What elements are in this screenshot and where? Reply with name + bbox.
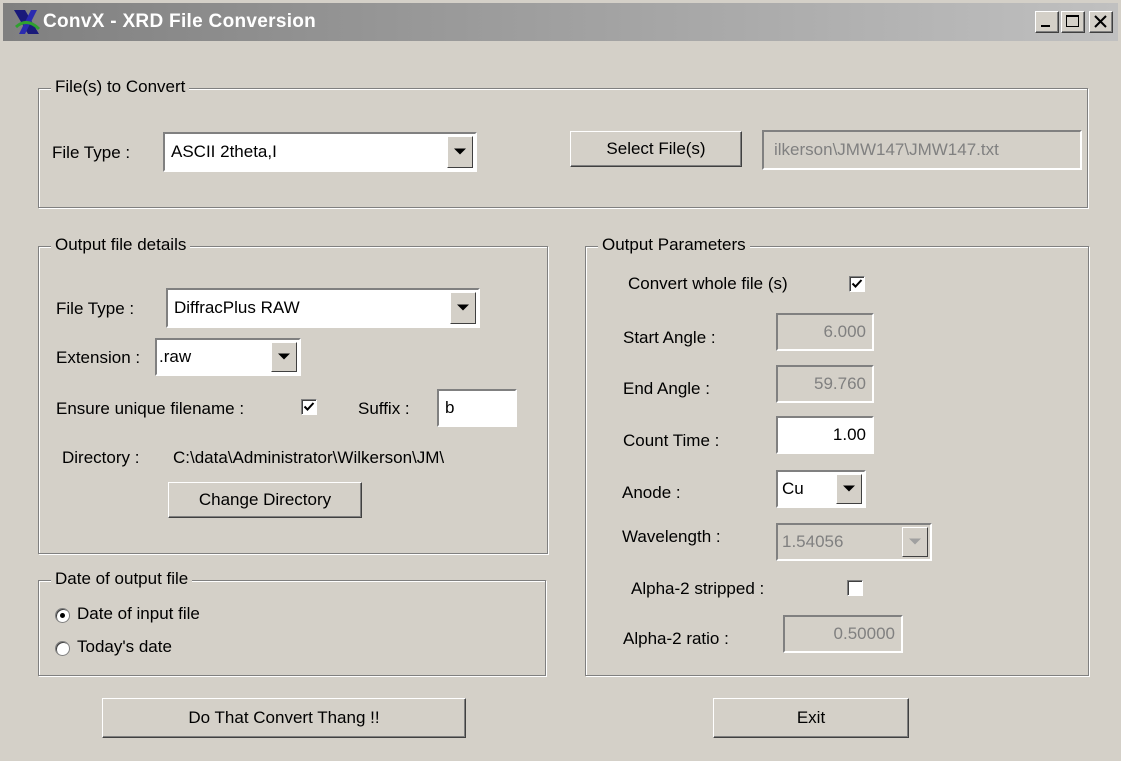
chevron-down-icon — [457, 304, 469, 311]
alpha2-ratio-value: 0.50000 — [833, 624, 895, 643]
wavelength-dropdown-button[interactable] — [902, 527, 928, 557]
input-file-type-value: ASCII 2theta,I — [171, 142, 277, 161]
output-file-type-label: File Type : — [56, 299, 135, 318]
alpha2-stripped-checkbox[interactable] — [847, 580, 863, 596]
extension-value: .raw — [159, 347, 192, 366]
count-time-value: 1.00 — [832, 425, 866, 444]
date-of-output-group: Date of output file — [38, 569, 546, 676]
params-group-legend: Output Parameters — [598, 235, 750, 255]
directory-value: C:\data\Administrator\Wilkerson\JM\ — [173, 448, 445, 467]
window-title: ConvX - XRD File Conversion — [43, 11, 317, 32]
minimize-icon — [1041, 25, 1050, 27]
directory-label: Directory : — [62, 448, 140, 467]
close-icon — [1094, 15, 1107, 28]
app-window: ConvX - XRD File Conversion File(s) to C… — [0, 0, 1121, 761]
anode-label: Anode : — [622, 483, 681, 502]
start-angle-input[interactable]: 6.000 — [776, 313, 874, 351]
checkmark-icon — [851, 279, 863, 288]
convert-whole-checkbox[interactable] — [849, 276, 865, 292]
start-angle-label: Start Angle : — [623, 328, 716, 347]
unique-filename-label: Ensure unique filename : — [56, 399, 245, 418]
end-angle-label: End Angle : — [623, 379, 710, 398]
wavelength-select[interactable]: 1.54056 — [776, 523, 932, 561]
output-file-type-dropdown-button[interactable] — [450, 292, 476, 324]
end-angle-value: 59.760 — [814, 374, 866, 393]
files-group-legend: File(s) to Convert — [51, 77, 190, 97]
date-group-legend: Date of output file — [51, 569, 193, 589]
extension-select[interactable]: .raw — [155, 338, 301, 376]
anode-value: Cu — [782, 479, 804, 498]
exit-button-label: Exit — [796, 708, 826, 727]
chevron-down-icon — [454, 148, 466, 155]
selected-file-path-field[interactable]: ilkerson\JMW147\JMW147.txt — [762, 130, 1082, 170]
checkmark-icon — [303, 402, 315, 411]
wavelength-value: 1.54056 — [782, 532, 844, 551]
output-file-type-value: DiffracPlus RAW — [174, 298, 300, 317]
output-group-legend: Output file details — [51, 235, 191, 255]
start-angle-value: 6.000 — [823, 322, 866, 341]
input-file-type-dropdown-button[interactable] — [447, 136, 473, 168]
convert-button[interactable]: Do That Convert Thang !! — [102, 698, 466, 738]
change-directory-button[interactable]: Change Directory — [168, 482, 362, 518]
alpha2-ratio-label: Alpha-2 ratio : — [623, 629, 729, 648]
suffix-input[interactable]: b — [437, 389, 517, 427]
input-file-type-select[interactable]: ASCII 2theta,I — [163, 132, 477, 172]
count-time-label: Count Time : — [623, 431, 720, 450]
convert-button-label: Do That Convert Thang !! — [188, 708, 380, 727]
anode-select[interactable]: Cu — [776, 470, 866, 508]
unique-filename-checkbox[interactable] — [301, 399, 317, 415]
extension-label: Extension : — [56, 348, 141, 367]
output-parameters-group: Output Parameters — [585, 235, 1089, 676]
chevron-down-icon — [278, 353, 290, 360]
minimize-button[interactable] — [1035, 11, 1059, 33]
app-logo-icon — [14, 10, 41, 34]
end-angle-input[interactable]: 59.760 — [776, 365, 874, 403]
change-directory-button-label: Change Directory — [198, 490, 332, 509]
convert-whole-label: Convert whole file (s) — [628, 274, 788, 293]
radio-todays-date-label: Today's date — [77, 637, 172, 656]
radio-date-of-input[interactable] — [55, 608, 70, 623]
extension-dropdown-button[interactable] — [271, 342, 297, 372]
radio-todays-date[interactable] — [55, 641, 70, 656]
wavelength-label: Wavelength : — [622, 527, 721, 546]
suffix-label: Suffix : — [358, 399, 410, 418]
chevron-down-icon — [909, 538, 921, 545]
select-files-button[interactable]: Select File(s) — [570, 131, 742, 167]
count-time-input[interactable]: 1.00 — [776, 416, 874, 454]
maximize-button[interactable] — [1061, 11, 1085, 33]
selected-file-path-value: ilkerson\JMW147\JMW147.txt — [774, 140, 999, 159]
select-files-button-label: Select File(s) — [606, 139, 706, 158]
exit-button[interactable]: Exit — [713, 698, 909, 738]
radio-selected-dot — [60, 613, 65, 618]
anode-dropdown-button[interactable] — [836, 474, 862, 504]
radio-date-of-input-label: Date of input file — [77, 604, 200, 623]
output-file-type-select[interactable]: DiffracPlus RAW — [166, 288, 480, 328]
close-button[interactable] — [1089, 11, 1113, 33]
alpha2-ratio-input[interactable]: 0.50000 — [783, 615, 903, 653]
suffix-value: b — [445, 398, 455, 417]
alpha2-stripped-label: Alpha-2 stripped : — [631, 579, 765, 598]
title-bar[interactable]: ConvX - XRD File Conversion — [3, 3, 1118, 41]
maximize-icon — [1066, 15, 1079, 27]
input-file-type-label: File Type : — [52, 143, 131, 162]
chevron-down-icon — [843, 485, 855, 492]
